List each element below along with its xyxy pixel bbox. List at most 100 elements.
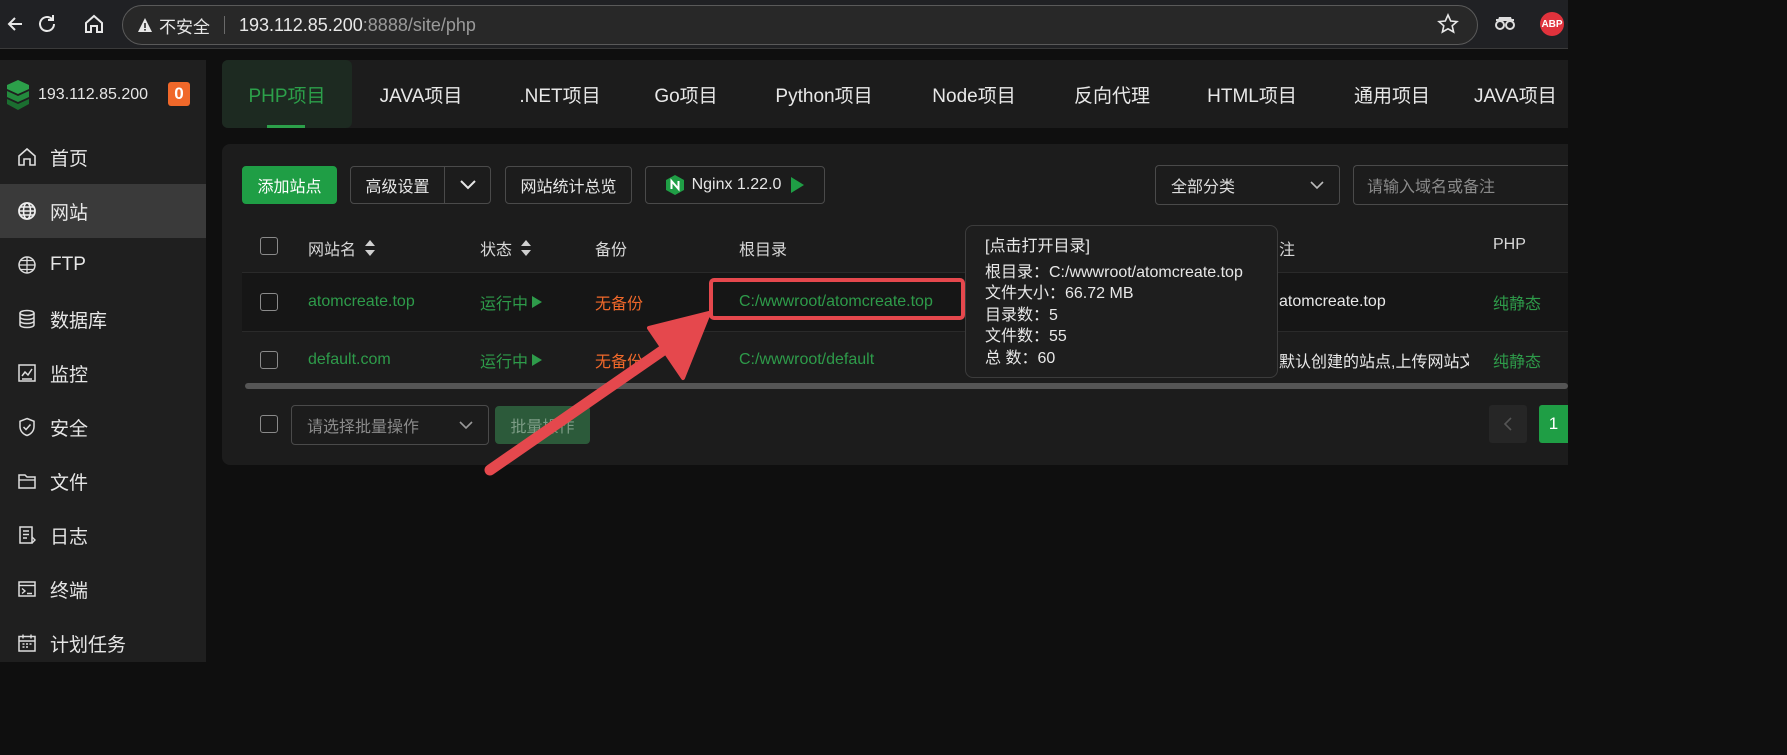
play-icon [791, 177, 805, 193]
back-button[interactable] [2, 10, 30, 38]
advanced-settings-button[interactable]: 高级设置 [350, 166, 445, 204]
home-icon [18, 147, 36, 166]
warning-icon [137, 17, 153, 33]
sidebar-item-home[interactable]: 首页 [0, 130, 206, 184]
site-name-link[interactable]: default.com [308, 331, 391, 389]
reload-button[interactable] [33, 10, 61, 38]
status-toggle[interactable]: 运行中 [480, 273, 543, 331]
tab-node[interactable]: Node项目 [918, 60, 1030, 128]
insecure-label[interactable]: 不安全 [159, 13, 210, 38]
batch-select-placeholder: 请选择批量操作 [307, 419, 420, 436]
sidebar-item-terminal[interactable]: 终端 [0, 562, 206, 616]
sidebar-item-cron[interactable]: 计划任务 [0, 616, 206, 670]
sidebar-item-label: 数据库 [50, 310, 108, 332]
sidebar-item-label: 文件 [50, 472, 89, 494]
row-checkbox[interactable] [260, 351, 278, 369]
tab-go[interactable]: Go项目 [642, 60, 730, 128]
tooltip-line: 文件数：55 [985, 328, 1067, 345]
sidebar-item-logs[interactable]: 日志 [0, 508, 206, 562]
sidebar-item-label: 计划任务 [50, 634, 127, 656]
folder-icon [18, 474, 36, 489]
site-name-link[interactable]: atomcreate.top [308, 273, 415, 331]
sidebar-item-label: 监控 [50, 364, 89, 386]
divider [224, 16, 225, 34]
add-site-button[interactable]: 添加站点 [242, 166, 337, 204]
sidebar-item-label: FTP [50, 254, 86, 275]
page-number-button[interactable]: 1 [1539, 405, 1568, 443]
sidebar-item-label: 安全 [50, 418, 89, 440]
tab-php[interactable]: PHP项目 [222, 60, 352, 128]
column-header-backup: 备份 [595, 242, 628, 259]
root-dir-link[interactable]: C:/wwwroot/default [739, 331, 874, 389]
column-header-status[interactable]: 状态 [480, 236, 532, 260]
sidebar-item-label: 首页 [50, 148, 89, 170]
nginx-button[interactable]: Nginx 1.22.0 [645, 166, 825, 204]
status-label: 运行中 [480, 354, 529, 371]
chevron-down-icon [459, 421, 473, 430]
url-path: :8888/site/php [362, 14, 476, 35]
backup-link[interactable]: 无备份 [595, 273, 643, 331]
note-text[interactable]: atomcreate.top [1279, 273, 1386, 331]
tab-reverse-proxy[interactable]: 反向代理 [1064, 60, 1160, 128]
sort-icon [521, 240, 532, 256]
site-stats-button[interactable]: 网站统计总览 [505, 166, 632, 204]
tooltip-line: 文件大小：66.72 MB [985, 285, 1134, 302]
annotation-highlight-box [709, 278, 965, 320]
nginx-label: Nginx 1.22.0 [691, 176, 782, 193]
advanced-dropdown-button[interactable] [444, 166, 491, 204]
arrow-left-icon [7, 17, 22, 31]
tab-html[interactable]: HTML项目 [1194, 60, 1310, 128]
batch-operation-select[interactable]: 请选择批量操作 [291, 405, 489, 445]
ftp-icon [18, 256, 36, 274]
sidebar-item-label: 终端 [50, 580, 89, 602]
row-checkbox[interactable] [260, 293, 278, 311]
sidebar-item-monitor[interactable]: 监控 [0, 346, 206, 400]
backup-link[interactable]: 无备份 [595, 331, 643, 389]
column-header-label: 网站名 [308, 242, 357, 259]
tab-dotnet[interactable]: .NET项目 [504, 60, 616, 128]
address-bar[interactable]: 不安全 193.112.85.200:8888/site/php [122, 5, 1478, 45]
adblock-plus-icon[interactable]: ABP [1540, 12, 1564, 36]
project-tabs: PHP项目 JAVA项目 .NET项目 Go项目 Python项目 Node项目… [222, 60, 1568, 128]
select-all-checkbox[interactable] [260, 237, 278, 255]
note-text[interactable]: 默认创建的站点,上传网站文 [1279, 331, 1469, 389]
column-header-note: 注 [1279, 242, 1296, 259]
sidebar-item-security[interactable]: 安全 [0, 400, 206, 454]
php-version-link[interactable]: 纯静态 [1493, 331, 1541, 389]
play-icon [532, 354, 543, 366]
sidebar-item-database[interactable]: 数据库 [0, 292, 206, 346]
sidebar-item-website[interactable]: 网站 [0, 184, 206, 238]
tab-python[interactable]: Python项目 [762, 60, 886, 128]
extension-spy-icon[interactable] [1493, 12, 1517, 41]
sidebar-item-files[interactable]: 文件 [0, 454, 206, 508]
tab-java-2[interactable]: JAVA项目 [1474, 60, 1568, 128]
shield-icon [19, 417, 35, 437]
bookmark-star-icon[interactable] [1437, 13, 1459, 40]
horizontal-scrollbar[interactable] [245, 383, 1568, 389]
notification-badge[interactable]: 0 [168, 82, 190, 106]
status-label: 运行中 [480, 296, 529, 313]
reload-icon [39, 15, 55, 32]
url-text[interactable]: 193.112.85.200:8888/site/php [239, 15, 476, 36]
sidebar-item-ftp[interactable]: FTP [0, 238, 206, 292]
sidebar: 193.112.85.200 0 首页 网站 FTP 数据库 监控 安全 文件 … [0, 60, 206, 662]
play-icon [532, 296, 543, 308]
footer-select-all-checkbox[interactable] [260, 415, 278, 433]
nginx-logo-icon [665, 175, 684, 195]
prev-page-button[interactable] [1489, 405, 1527, 443]
tab-generic[interactable]: 通用项目 [1344, 60, 1440, 128]
batch-operation-button[interactable]: 批量操作 [495, 406, 590, 444]
category-select[interactable]: 全部分类 [1155, 165, 1340, 205]
database-icon [19, 309, 35, 329]
tooltip-line: 总 数：60 [985, 349, 1056, 367]
sidebar-item-label: 日志 [50, 526, 89, 548]
column-header-name[interactable]: 网站名 [308, 236, 376, 260]
tab-java[interactable]: JAVA项目 [365, 60, 477, 128]
category-select-value: 全部分类 [1171, 179, 1236, 196]
php-version-link[interactable]: 纯静态 [1493, 273, 1541, 331]
log-icon [19, 526, 36, 544]
home-button[interactable] [80, 10, 108, 38]
globe-icon [18, 202, 36, 220]
status-toggle[interactable]: 运行中 [480, 331, 543, 389]
search-input[interactable]: 请输入域名或备注 [1353, 165, 1568, 205]
